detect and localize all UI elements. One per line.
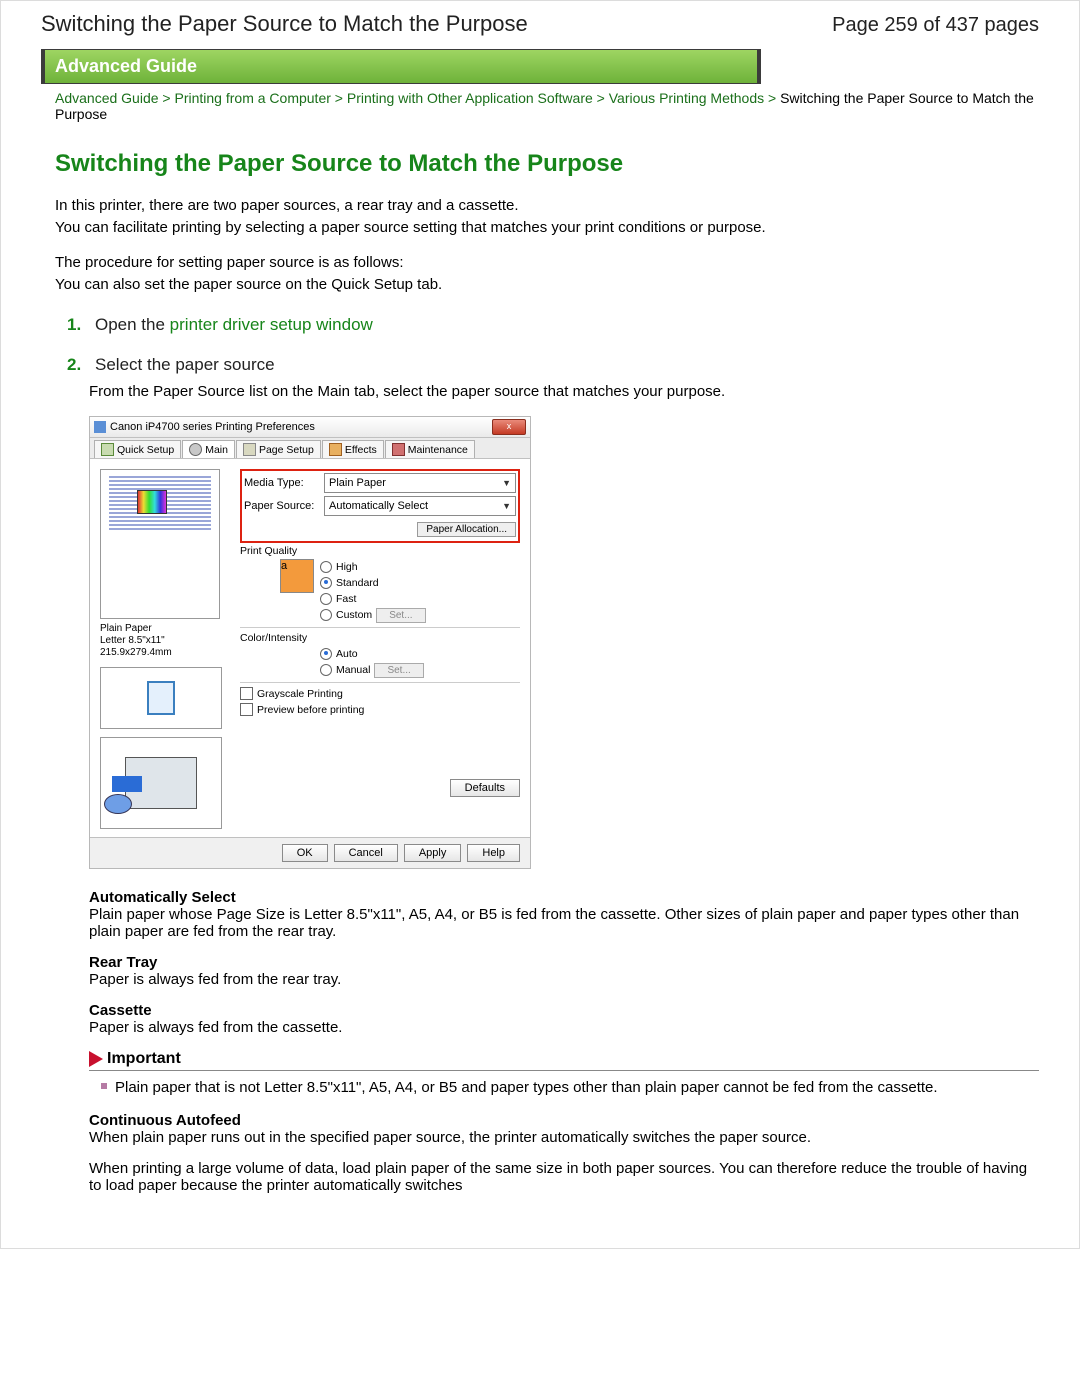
important-title: Important xyxy=(107,1050,181,1068)
preview-paper-type: Plain Paper xyxy=(100,623,232,635)
help-button[interactable]: Help xyxy=(467,844,520,862)
quick-setup-icon xyxy=(101,443,114,456)
preview-paper-size: Letter 8.5"x11" 215.9x279.4mm xyxy=(100,635,232,659)
rear-tray-title: Rear Tray xyxy=(89,954,1039,971)
quality-icon: a xyxy=(280,559,314,593)
radio-manual[interactable] xyxy=(320,664,332,676)
crumb-sep: > xyxy=(597,90,605,106)
intro-p4: You can also set the paper source on the… xyxy=(55,275,1039,295)
ok-button[interactable]: OK xyxy=(282,844,328,862)
step-1-text: Open the xyxy=(95,315,170,334)
chevron-down-icon: ▼ xyxy=(502,501,511,511)
crumb-sep: > xyxy=(162,90,170,106)
step-2-text: Select the paper source xyxy=(95,355,275,375)
advanced-guide-banner: Advanced Guide xyxy=(41,49,761,84)
preview-photo-icon xyxy=(137,490,167,514)
paper-allocation-button[interactable]: Paper Allocation... xyxy=(417,522,516,537)
cassette-title: Cassette xyxy=(89,1002,1039,1019)
printer-driver-link[interactable]: printer driver setup window xyxy=(170,315,373,334)
page-setup-icon xyxy=(243,443,256,456)
page-counter: Page 259 of 437 pages xyxy=(832,14,1039,37)
doc-top-title: Switching the Paper Source to Match the … xyxy=(41,11,528,37)
tab-effects[interactable]: Effects xyxy=(322,440,384,458)
continuous-autofeed-title: Continuous Autofeed xyxy=(89,1112,1039,1129)
intro-p1: In this printer, there are two paper sou… xyxy=(55,196,1039,216)
cassette-desc: Paper is always fed from the cassette. xyxy=(89,1019,1039,1036)
apply-button[interactable]: Apply xyxy=(404,844,462,862)
printer-icon xyxy=(94,421,106,433)
continuous-autofeed-desc1: When plain paper runs out in the specifi… xyxy=(89,1129,1039,1146)
preferences-dialog: Canon iP4700 series Printing Preferences… xyxy=(89,416,531,869)
intro-p3: The procedure for setting paper source i… xyxy=(55,253,1039,273)
auto-select-desc: Plain paper whose Page Size is Letter 8.… xyxy=(89,906,1039,940)
intro-p2: You can facilitate printing by selecting… xyxy=(55,218,1039,238)
defaults-button[interactable]: Defaults xyxy=(450,779,520,797)
tab-page-setup[interactable]: Page Setup xyxy=(236,440,321,458)
page-title: Switching the Paper Source to Match the … xyxy=(55,150,1039,178)
crumb-sep: > xyxy=(335,90,343,106)
radio-standard[interactable] xyxy=(320,577,332,589)
grayscale-checkbox[interactable] xyxy=(240,687,253,700)
crumb-sep: > xyxy=(768,90,776,106)
page-preview xyxy=(100,469,220,619)
continuous-autofeed-desc2: When printing a large volume of data, lo… xyxy=(89,1160,1039,1194)
bullet-icon xyxy=(101,1083,107,1089)
step-1: 1. Open the printer driver setup window xyxy=(67,315,1039,335)
effects-icon xyxy=(329,443,342,456)
color-set-button[interactable]: Set... xyxy=(374,663,423,678)
crumb-print-from-computer[interactable]: Printing from a Computer xyxy=(175,90,331,106)
print-quality-label: Print Quality xyxy=(240,545,520,557)
step-2: 2. Select the paper source xyxy=(67,355,1039,375)
radio-auto[interactable] xyxy=(320,648,332,660)
rear-tray-desc: Paper is always fed from the rear tray. xyxy=(89,971,1039,988)
device-preview xyxy=(100,667,222,729)
radio-fast[interactable] xyxy=(320,593,332,605)
auto-select-title: Automatically Select xyxy=(89,889,1039,906)
radio-high[interactable] xyxy=(320,561,332,573)
maintenance-icon xyxy=(392,443,405,456)
chevron-down-icon: ▼ xyxy=(502,478,511,488)
quality-set-button[interactable]: Set... xyxy=(376,608,425,623)
dialog-title: Canon iP4700 series Printing Preferences xyxy=(110,421,315,433)
paper-source-combo[interactable]: Automatically Select▼ xyxy=(324,496,516,516)
paper-source-label: Paper Source: xyxy=(244,500,316,512)
step-2-desc: From the Paper Source list on the Main t… xyxy=(89,381,1039,402)
important-desc: Plain paper that is not Letter 8.5"x11",… xyxy=(115,1077,938,1098)
step-2-num: 2. xyxy=(67,355,85,375)
step-1-num: 1. xyxy=(67,315,85,335)
dialog-close-button[interactable]: x xyxy=(492,419,526,435)
media-type-label: Media Type: xyxy=(244,477,316,489)
cancel-button[interactable]: Cancel xyxy=(334,844,398,862)
color-intensity-label: Color/Intensity xyxy=(240,632,520,644)
radio-custom[interactable] xyxy=(320,609,332,621)
crumb-advanced-guide[interactable]: Advanced Guide xyxy=(55,90,159,106)
preview-checkbox[interactable] xyxy=(240,703,253,716)
crumb-other-app-software[interactable]: Printing with Other Application Software xyxy=(347,90,593,106)
crumb-various-methods[interactable]: Various Printing Methods xyxy=(609,90,764,106)
important-icon xyxy=(89,1051,103,1067)
tab-main[interactable]: Main xyxy=(182,440,235,458)
tab-maintenance[interactable]: Maintenance xyxy=(385,440,475,458)
media-type-combo[interactable]: Plain Paper▼ xyxy=(324,473,516,493)
tab-quick-setup[interactable]: Quick Setup xyxy=(94,440,181,458)
highlighted-area: Media Type: Plain Paper▼ Paper Source: A… xyxy=(240,469,520,543)
main-icon xyxy=(189,443,202,456)
tray-preview xyxy=(100,737,222,829)
breadcrumb: Advanced Guide > Printing from a Compute… xyxy=(41,84,1039,124)
